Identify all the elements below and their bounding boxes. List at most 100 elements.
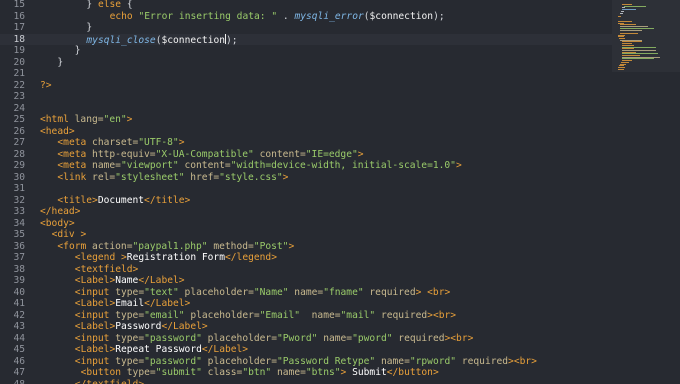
code-token: "width=device-width, initial-scale=1.0" [230,160,456,171]
code-line[interactable]: 27 <meta charset="UTF-8"> [0,137,612,149]
code-text[interactable]: <meta http-equiv="X-UA-Compatible" conte… [57,149,363,161]
code-line[interactable]: 45 <Label>Repeat Password</Label> [0,344,612,356]
code-line[interactable]: 19} [0,45,612,57]
line-number: 41 [13,298,25,309]
code-token: > <br> [415,286,451,298]
code-text[interactable]: <div > [52,229,87,241]
code-token: name= [288,286,324,298]
code-text[interactable]: <button type="submit" class="btn" name="… [75,367,439,379]
code-token: content= [253,148,306,160]
code-line[interactable]: 35 <div > [0,229,612,241]
line-number: 32 [13,194,25,206]
code-token: > [340,367,353,378]
code-line[interactable]: 46 <input type="password" placeholder="Pa… [0,356,612,368]
code-text[interactable]: <input type="email" placeholder="Email" … [75,310,456,322]
line-number: 33 [13,206,25,217]
line-number: 19 [13,45,25,56]
code-line[interactable]: 34 <body> [0,218,612,230]
code-token: "X-UA-Compatible" [155,148,254,160]
code-line[interactable]: 24 [0,103,612,115]
code-line[interactable]: 20} [0,57,612,69]
code-line[interactable]: 37 <legend >Registration Form</legend> [0,252,612,264]
line-number: 48 [13,378,25,384]
code-line[interactable]: 48 </textfield> [0,379,612,384]
code-token: "Name" [253,286,289,298]
code-line[interactable]: 38 <textfield> [0,264,612,276]
code-line[interactable]: 42 <input type="email" placeholder="Email… [0,310,612,322]
code-token: <link [57,171,93,183]
code-text[interactable]: </textfield> [75,379,144,384]
code-line[interactable]: 23 [0,91,612,103]
code-line[interactable]: 29 <meta name="viewport" content="width=d… [0,160,612,172]
code-line[interactable]: 16 echo "Error inserting data: " . mysqli… [0,11,612,23]
code-line[interactable]: 21 [0,68,612,80]
code-text[interactable]: <body> [40,218,75,230]
line-number: 28 [13,148,25,160]
code-line[interactable]: 15} else { [0,0,612,11]
code-line[interactable]: 33 </head> [0,206,612,218]
code-line[interactable]: 41 <Label>Email</Label> [0,298,612,310]
minimap-line [618,68,624,70]
code-token: ><br> [508,355,537,367]
code-token: . [277,10,295,22]
code-line[interactable]: 25 <html lang="en"> [0,114,612,126]
code-text[interactable]: <form action="paypal1.php" method="Post"… [57,241,294,253]
code-text[interactable]: } [86,22,92,34]
code-token: "Pword" [276,332,318,344]
code-text[interactable]: <title>Document</title> [57,195,190,207]
line-number: 46 [13,355,25,367]
code-editor[interactable]: 15} else {16 echo "Error inserting data: … [0,0,612,384]
code-token: Submit [352,367,387,378]
code-line[interactable]: 17} [0,22,612,34]
code-line[interactable]: 44 <input type="password" placeholder="Pw… [0,333,612,345]
code-text[interactable]: <Label>Email</Label> [75,298,191,310]
code-text[interactable]: <meta name="viewport" content="width=dev… [57,160,461,172]
code-token: "submit" [155,367,202,378]
code-text[interactable]: ?> [40,80,52,92]
code-text[interactable]: <legend >Registration Form</legend> [75,252,277,264]
code-line[interactable]: 18 mysqli_close($connection); [0,33,612,46]
code-line[interactable]: 26 <head> [0,126,612,138]
code-text[interactable]: <Label>Password</Label> [75,321,208,333]
code-token: <Label> [74,298,116,309]
code-text[interactable]: <link rel="stylesheet" href="style.css"> [57,172,288,184]
code-line[interactable]: 30 <link rel="stylesheet" href="style.css… [0,172,612,184]
code-token: content= [178,160,231,171]
code-text[interactable]: <textfield> [75,264,139,276]
code-line[interactable]: 47 <button type="submit" class="btn" nam… [0,367,612,379]
code-text[interactable]: <html lang="en"> [40,114,132,126]
code-token: Repeat Password [115,344,202,355]
code-text[interactable]: <input type="password" placeholder="Pwor… [75,333,474,345]
code-text[interactable]: <input type="text" placeholder="Name" na… [75,287,450,299]
code-token: "pword" [352,332,393,344]
code-line[interactable]: 32 <title>Document</title> [0,195,612,207]
code-text[interactable]: <input type="password" placeholder="Pass… [75,356,537,368]
minimap[interactable] [612,0,680,384]
code-line[interactable]: 31 [0,183,612,195]
code-text[interactable]: echo "Error inserting data: " . mysqli_e… [110,11,445,23]
code-text[interactable]: } [75,45,81,57]
code-token: Password [115,321,162,332]
code-line[interactable]: 43 <Label>Password</Label> [0,321,612,333]
code-token: </button> [386,367,439,378]
code-text[interactable]: } else { [86,0,132,11]
code-line[interactable]: 28 <meta http-equiv="X-UA-Compatible" con… [0,149,612,161]
code-text[interactable]: } [57,57,63,69]
code-text[interactable]: <Label>Name</Label> [75,275,185,287]
code-token: action= [92,240,133,252]
code-token: <meta [57,148,93,160]
code-line[interactable]: 36 <form action="paypal1.php" method="Pos… [0,241,612,253]
code-line[interactable]: 39 <Label>Name</Label> [0,275,612,287]
code-line[interactable]: 22 ?> [0,80,612,92]
line-number: 31 [13,183,25,194]
code-text[interactable]: <meta charset="UTF-8"> [57,137,184,149]
line-number: 36 [13,240,25,252]
code-token: method= [207,240,254,252]
code-token: Name [115,275,139,286]
code-text[interactable]: <head> [40,126,75,138]
code-text[interactable]: </head> [40,206,80,218]
code-token: href= [184,171,220,183]
code-token: class= [201,367,243,378]
code-line[interactable]: 40 <input type="text" placeholder="Name" … [0,287,612,299]
code-text[interactable]: <Label>Repeat Password</Label> [75,344,248,356]
